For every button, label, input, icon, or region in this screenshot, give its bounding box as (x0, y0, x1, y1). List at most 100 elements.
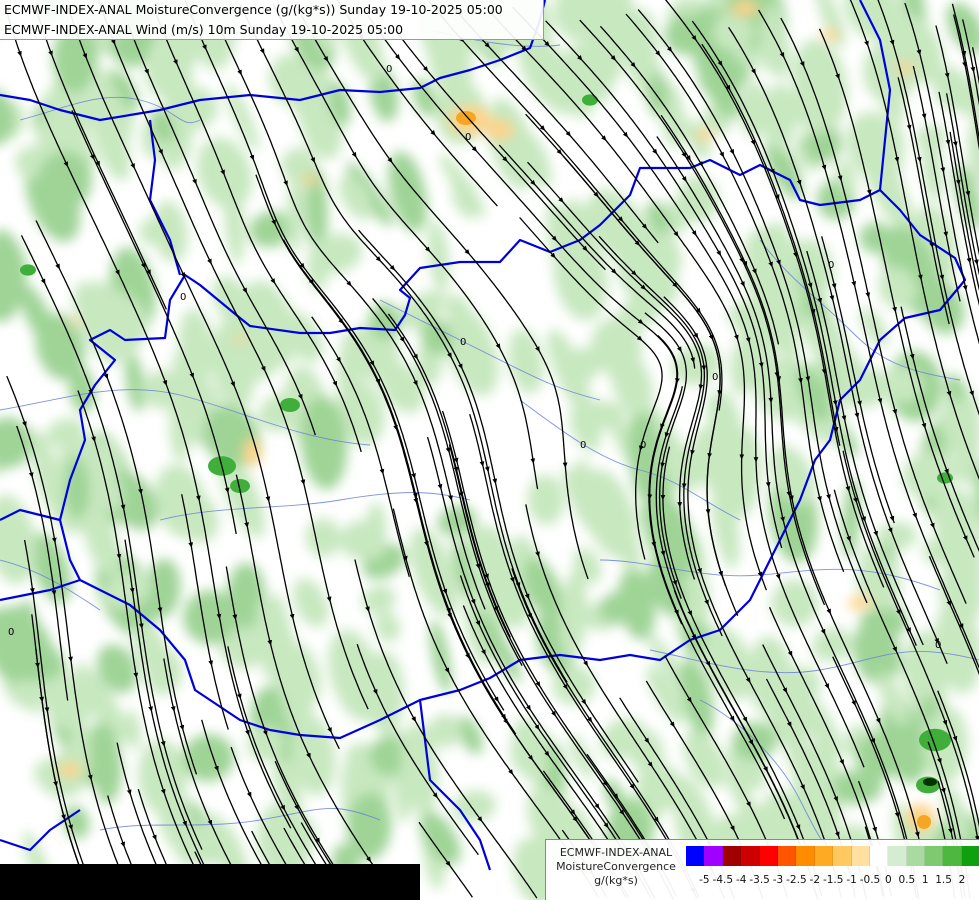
contour-label: 0 (386, 64, 392, 75)
wind-arrow (484, 573, 489, 580)
legend-tick-label: -4 (735, 874, 747, 886)
wind-streamline (23, 539, 98, 900)
legend-color-scale (686, 846, 979, 866)
wind-arrow (834, 831, 840, 838)
wind-arrow (775, 573, 781, 580)
contour-label: 0 (460, 337, 466, 348)
wind-arrow (774, 371, 780, 378)
legend-swatch (833, 846, 852, 866)
wind-arrow (774, 193, 780, 201)
legend-tick-label: -2 (809, 874, 821, 886)
wind-arrow (757, 571, 763, 578)
wind-arrow (29, 587, 35, 594)
contour-label: 0 (712, 372, 718, 383)
contour-label: 0 (8, 627, 14, 638)
wind-arrow (832, 399, 838, 406)
wind-streamline (4, 4, 292, 829)
wind-arrow (91, 435, 96, 443)
wind-arrow (387, 157, 393, 164)
wind-arrow (958, 623, 964, 630)
wind-arrow (157, 606, 163, 613)
wind-arrow (530, 179, 536, 186)
wind-arrow (299, 262, 305, 269)
wind-arrow (51, 536, 57, 544)
wind-arrow (570, 809, 576, 816)
wind-arrow (861, 515, 866, 523)
map-no-data-strip (0, 864, 420, 900)
wind-arrow (188, 541, 194, 548)
contour-label: 0 (935, 640, 941, 651)
wind-arrow (952, 735, 958, 742)
wind-streamline (833, 489, 971, 899)
wind-arrow (120, 841, 125, 848)
wind-arrow (214, 765, 219, 772)
wind-arrow (582, 245, 588, 252)
wind-arrow (631, 270, 637, 276)
wind-arrow (758, 361, 764, 368)
wind-arrow (464, 249, 470, 255)
wind-streamline (71, 110, 237, 535)
wind-arrow (877, 397, 883, 404)
wind-arrow (475, 562, 481, 570)
wind-streamline (758, 9, 979, 669)
contour-label: 0 (580, 440, 586, 451)
wind-arrow (558, 197, 564, 203)
wind-arrow (805, 375, 811, 382)
wind-arrow (965, 190, 971, 197)
wind-arrow (577, 55, 583, 61)
wind-arrow (660, 461, 666, 468)
wind-arrow (795, 824, 801, 831)
wind-arrow (470, 598, 476, 605)
wind-arrow (637, 318, 644, 325)
wind-arrow (611, 268, 617, 275)
wind-arrow (704, 599, 709, 606)
contour-label: 0 (828, 260, 834, 271)
wind-arrow (817, 495, 822, 502)
legend-swatch (869, 846, 889, 866)
wind-arrow (940, 166, 946, 173)
wind-arrow (48, 50, 53, 57)
wind-streamline (780, 17, 967, 604)
wind-arrow (889, 39, 895, 46)
wind-arrow (535, 550, 540, 558)
wind-streamline (418, 821, 473, 898)
wind-arrow (690, 356, 695, 364)
legend-tick-label: -4.5 (712, 874, 734, 886)
wind-arrow (768, 261, 773, 268)
wind-arrow (389, 264, 396, 271)
legend-tick-label: -1.5 (822, 874, 844, 886)
wind-arrow (845, 485, 851, 492)
wind-arrow (944, 468, 949, 475)
wind-arrow (162, 379, 168, 386)
wind-arrow (629, 783, 635, 790)
wind-arrow (411, 472, 416, 479)
wind-arrow (129, 587, 135, 594)
wind-streamline (441, 410, 659, 866)
legend-tick-label: -3.5 (749, 874, 770, 886)
legend-tick-label: 0 (885, 874, 892, 886)
wind-arrow (365, 605, 370, 613)
wind-arrow (120, 503, 126, 511)
wind-arrow (969, 390, 974, 397)
wind-arrow (752, 268, 757, 275)
wind-arrow (636, 335, 643, 341)
wind-arrow (502, 156, 508, 162)
legend-swatch (906, 846, 926, 866)
wind-streamline (660, 114, 924, 855)
wind-arrow (267, 639, 272, 646)
wind-streamline (127, 23, 316, 436)
legend-swatch (814, 846, 834, 866)
wind-arrow (619, 809, 625, 816)
wind-arrow (437, 483, 443, 490)
color-legend: ECMWF-INDEX-ANAL MoistureConvergence g/(… (545, 839, 979, 900)
wind-streamline (849, 0, 979, 480)
wind-streamline (358, 229, 639, 783)
wind-arrow (138, 622, 144, 629)
wind-streamline (489, 11, 768, 591)
wind-arrow (617, 216, 624, 222)
wind-arrow (508, 769, 514, 775)
wind-arrow (160, 788, 166, 795)
wind-streamline (462, 605, 609, 841)
wind-arrow (776, 259, 781, 266)
wind-arrow (182, 820, 187, 827)
